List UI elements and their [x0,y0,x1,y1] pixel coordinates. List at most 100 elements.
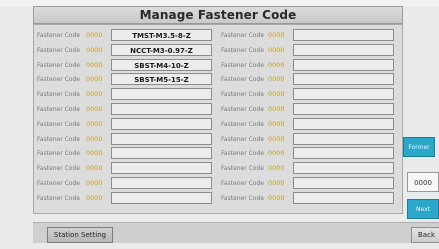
code-row: Fastener Code 0000 [221,103,401,116]
code-value-field[interactable] [111,147,212,160]
code-row: Fastener Code 0000 [221,147,401,160]
code-row-label: Fastener Code [37,106,80,113]
code-row-number: 0000 [268,45,285,54]
code-row-label: Fastener Code [37,61,80,69]
code-row-number: 0000 [268,60,285,69]
code-row-number: 0000 [268,179,285,187]
bottom-bar: Station Setting Back [33,222,439,243]
code-row-label: Fastener Code [37,180,80,187]
code-value-field[interactable] [293,29,394,41]
code-row: Fastener Code 0000 [221,162,401,175]
station-setting-button[interactable]: Station Setting [47,227,113,243]
code-value-field[interactable]: SBST-M5-15-Z [111,73,212,86]
code-row-label: Fastener Code [221,194,264,202]
back-button[interactable]: Back [411,227,439,243]
code-value-field[interactable] [293,147,394,160]
code-value-field[interactable] [111,162,212,175]
code-row: Fastener Code 0000 [37,162,217,175]
code-value-field[interactable] [111,117,212,130]
code-row: Fastener Code 0000 [221,29,401,42]
code-row-label: Fastener Code [221,135,264,143]
code-row: Fastener Code 0000 [221,177,401,190]
code-value-field[interactable] [293,162,394,175]
code-row: Fastener Code 0000 [37,177,217,190]
code-row-label: Fastener Code [37,76,80,84]
code-value-field[interactable] [293,191,394,204]
code-row-number: 0000 [86,105,103,113]
code-row: Fastener Code 0000 NCCT-M3-0.97-Z [37,43,217,57]
code-row-number: 0000 [268,90,285,99]
code-value-field[interactable]: SBST-M4-10-Z [111,58,212,71]
code-row-number: 0000 [86,149,103,158]
code-row: Fastener Code 0000 [221,58,401,72]
code-row-number: 0000 [86,193,103,202]
code-row-label: Fastener Code [37,135,80,143]
page-title: Manage Fastener Code [139,8,297,22]
code-row-number: 0000 [268,134,285,143]
code-row-number: 0000 [86,75,103,84]
code-row: Fastener Code 0000 [221,191,401,205]
code-row-label: Fastener Code [221,165,264,173]
next-button[interactable]: Next [407,199,439,219]
code-row-label: Fastener Code [221,32,264,39]
title-bar: Manage Fastener Code [33,6,403,24]
code-value-field[interactable] [293,73,394,86]
code-value-field[interactable] [293,58,394,71]
code-row-number: 0000 [86,90,103,99]
code-value-field[interactable] [293,132,394,145]
code-value-field[interactable] [293,177,394,189]
code-row: Fastener Code 0000 [37,103,217,116]
page-number-field[interactable]: 0000 [407,172,439,192]
code-row: Fastener Code 0000 SBST-M5-15-Z [37,73,217,86]
code-value-field[interactable] [111,103,212,115]
fastener-code-panel: Fastener Code 0000 TMST-M3.5-8-Z Fastener C… [33,24,403,214]
code-row-number: 0000 [268,164,285,173]
code-value-field[interactable] [293,88,394,101]
code-value-field[interactable] [111,132,212,145]
code-row-label: Fastener Code [37,165,80,173]
code-row: Fastener Code 0000 TMST-M3.5-8-Z [37,29,217,42]
code-row-number: 0000 [86,134,103,143]
code-row: Fastener Code 0000 [221,73,401,86]
code-row-number: 0000 [268,149,285,158]
code-row-label: Fastener Code [37,194,80,202]
code-row-number: 0000 [86,164,103,173]
code-row: Fastener Code 0000 [221,132,401,146]
code-value-field[interactable] [293,103,394,115]
code-row-label: Fastener Code [221,46,264,54]
code-row-number: 0000 [268,75,285,84]
code-value-field[interactable] [293,43,394,56]
code-row-number: 0000 [86,31,103,39]
code-row: Fastener Code 0000 [37,132,217,146]
code-row-number: 0000 [268,105,285,113]
code-row-label: Fastener Code [221,91,264,99]
code-row-label: Fastener Code [37,91,80,99]
code-value-field[interactable] [111,88,212,101]
code-row: Fastener Code 0000 [37,147,217,160]
code-row-label: Fastener Code [221,61,264,69]
code-row: Fastener Code 0000 [37,117,217,131]
code-row-label: Fastener Code [221,120,264,128]
code-value-field[interactable]: NCCT-M3-0.97-Z [111,43,212,56]
code-value-field[interactable] [111,191,212,204]
code-row: Fastener Code 0000 [221,43,401,57]
code-value-field[interactable] [293,117,394,130]
code-row: Fastener Code 0000 [37,191,217,205]
code-value-field[interactable]: TMST-M3.5-8-Z [111,29,212,41]
code-row-label: Fastener Code [37,120,80,128]
code-row: Fastener Code 0000 [37,88,217,101]
code-row-number: 0000 [86,45,103,54]
code-row-number: 0000 [86,60,103,69]
code-row-label: Fastener Code [221,76,264,84]
code-row-number: 0000 [268,119,285,128]
code-row-label: Fastener Code [37,46,80,54]
code-row-label: Fastener Code [221,150,264,158]
code-row-number: 0000 [86,119,103,128]
former-button[interactable]: Former [403,137,435,157]
code-row-label: Fastener Code [37,150,80,158]
code-row-label: Fastener Code [221,106,264,113]
code-row: Fastener Code 0000 [221,88,401,101]
code-row-label: Fastener Code [221,180,264,187]
code-value-field[interactable] [111,177,212,189]
code-row-number: 0000 [268,31,285,39]
